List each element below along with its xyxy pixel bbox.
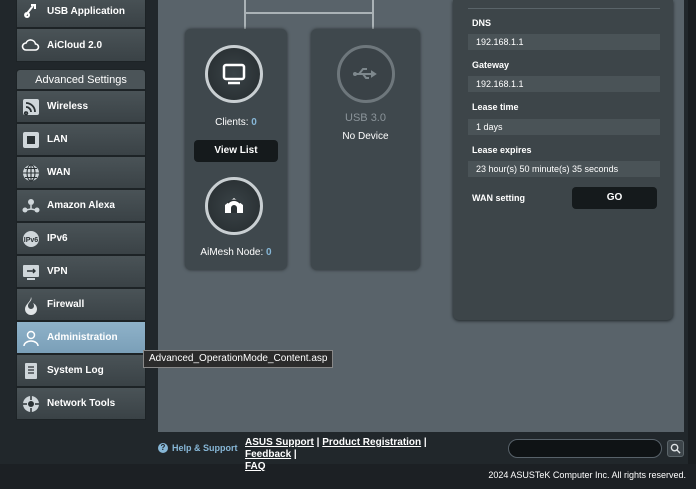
system-log-icon (21, 361, 41, 381)
usb-button[interactable] (337, 45, 395, 103)
wan-info-panel: DNS 192.168.1.1 Gateway 192.168.1.1 Leas… (453, 0, 673, 320)
gateway-label: Gateway (472, 60, 510, 70)
copyright-text: 2024 ASUSTeK Computer Inc. All rights re… (488, 470, 686, 480)
usb-status: No Device (342, 131, 389, 142)
sidebar-item-label: Administration (47, 332, 118, 343)
feedback-link[interactable]: Feedback (245, 449, 291, 460)
sidebar-item-label: VPN (47, 266, 68, 277)
administration-icon (21, 328, 41, 348)
dns-value: 192.168.1.1 (468, 34, 660, 50)
sidebar-item-label: USB Application (47, 5, 125, 17)
sidebar-item-lan[interactable]: LAN (16, 123, 146, 156)
ipv6-icon: IPv6 (21, 229, 41, 249)
sidebar-item-firewall[interactable]: Firewall (16, 288, 146, 321)
sidebar-item-vpn[interactable]: VPN (16, 255, 146, 288)
faq-link[interactable]: FAQ (245, 461, 266, 472)
aimesh-label: AiMesh Node: (200, 247, 264, 258)
cloud-icon (21, 35, 41, 55)
monitor-icon (222, 63, 246, 85)
scrollbar[interactable] (688, 0, 696, 464)
sidebar-item-wan[interactable]: WAN (16, 156, 146, 189)
sidebar-item-label: IPv6 (47, 233, 68, 244)
link-separator: | (313, 437, 323, 448)
advanced-settings-header: Advanced Settings (16, 69, 146, 90)
help-support[interactable]: ? Help & Support (158, 443, 238, 453)
link-separator: | (291, 449, 297, 460)
sidebar-item-amazon-alexa[interactable]: Amazon Alexa (16, 189, 146, 222)
clients-status: Clients: 0 (185, 117, 287, 128)
url-tooltip: Advanced_OperationMode_Content.asp (143, 350, 334, 368)
sidebar-item-ipv6[interactable]: IPv6 IPv6 (16, 222, 146, 255)
sidebar-item-administration[interactable]: Administration (16, 321, 146, 354)
firewall-icon (21, 295, 41, 315)
footer-links: ASUS Support | Product Registration | Fe… (245, 437, 465, 473)
gateway-value: 192.168.1.1 (468, 76, 660, 92)
lease-expires-value: 23 hour(s) 50 minute(s) 35 seconds (468, 161, 660, 177)
clients-button[interactable] (205, 45, 263, 103)
help-icon: ? (158, 443, 168, 453)
aimesh-icon (225, 198, 243, 213)
lease-expires-label: Lease expires (472, 145, 532, 155)
view-list-button[interactable]: View List (194, 140, 278, 162)
sidebar-item-usb-application[interactable]: USB Application (16, 0, 146, 28)
asus-support-link[interactable]: ASUS Support (245, 437, 314, 448)
search-icon (670, 443, 681, 454)
sidebar-item-wireless[interactable]: Wireless (16, 90, 146, 123)
sidebar-item-network-tools[interactable]: Network Tools (16, 387, 146, 420)
alexa-icon (21, 196, 41, 216)
wan-setting-label: WAN setting (472, 193, 525, 203)
dns-label: DNS (472, 18, 492, 28)
lease-time-value: 1 days (468, 119, 660, 135)
lease-time-label: Lease time (472, 102, 519, 112)
connector-line (244, 0, 246, 29)
clients-card: Clients: 0 View List AiMesh Node: 0 (185, 29, 287, 270)
sidebar-item-label: Firewall (47, 299, 85, 310)
usb-title: USB 3.0 (345, 112, 386, 124)
clients-label: Clients: (215, 117, 249, 128)
usb-card: USB 3.0 No Device (311, 29, 420, 270)
sidebar-item-aicloud[interactable]: AiCloud 2.0 (16, 28, 146, 62)
divider (468, 0, 660, 9)
search-input[interactable] (508, 439, 662, 458)
lan-icon (21, 130, 41, 150)
sidebar-item-system-log[interactable]: System Log (16, 354, 146, 387)
globe-icon (21, 163, 41, 183)
search-button[interactable] (667, 440, 684, 457)
connector-line (244, 12, 374, 14)
sidebar-item-label: AiCloud 2.0 (47, 39, 103, 51)
usb-icon (353, 68, 377, 79)
network-tools-icon (21, 394, 41, 414)
sidebar-item-label: Amazon Alexa (47, 200, 115, 211)
wireless-icon (21, 97, 41, 117)
aimesh-count: 0 (266, 247, 272, 258)
sidebar-item-label: System Log (47, 365, 104, 376)
vpn-icon (21, 262, 41, 282)
product-registration-link[interactable]: Product Registration (322, 437, 421, 448)
usb-puzzle-icon (21, 1, 41, 21)
sidebar-item-label: LAN (47, 134, 68, 145)
clients-count: 0 (251, 117, 257, 128)
aimesh-status: AiMesh Node: 0 (185, 247, 287, 258)
svg-text:IPv6: IPv6 (24, 237, 39, 244)
help-support-label: Help & Support (172, 443, 238, 453)
app-frame: USB Application AiCloud 2.0 Advanced Set… (0, 0, 696, 472)
aimesh-button[interactable] (205, 177, 263, 235)
sidebar-item-label: Wireless (47, 101, 89, 112)
link-separator: | (421, 437, 427, 448)
sidebar-item-label: WAN (47, 167, 71, 178)
connector-line (372, 0, 374, 29)
sidebar-item-label: Network Tools (47, 398, 116, 409)
wan-setting-go-button[interactable]: GO (572, 187, 657, 209)
